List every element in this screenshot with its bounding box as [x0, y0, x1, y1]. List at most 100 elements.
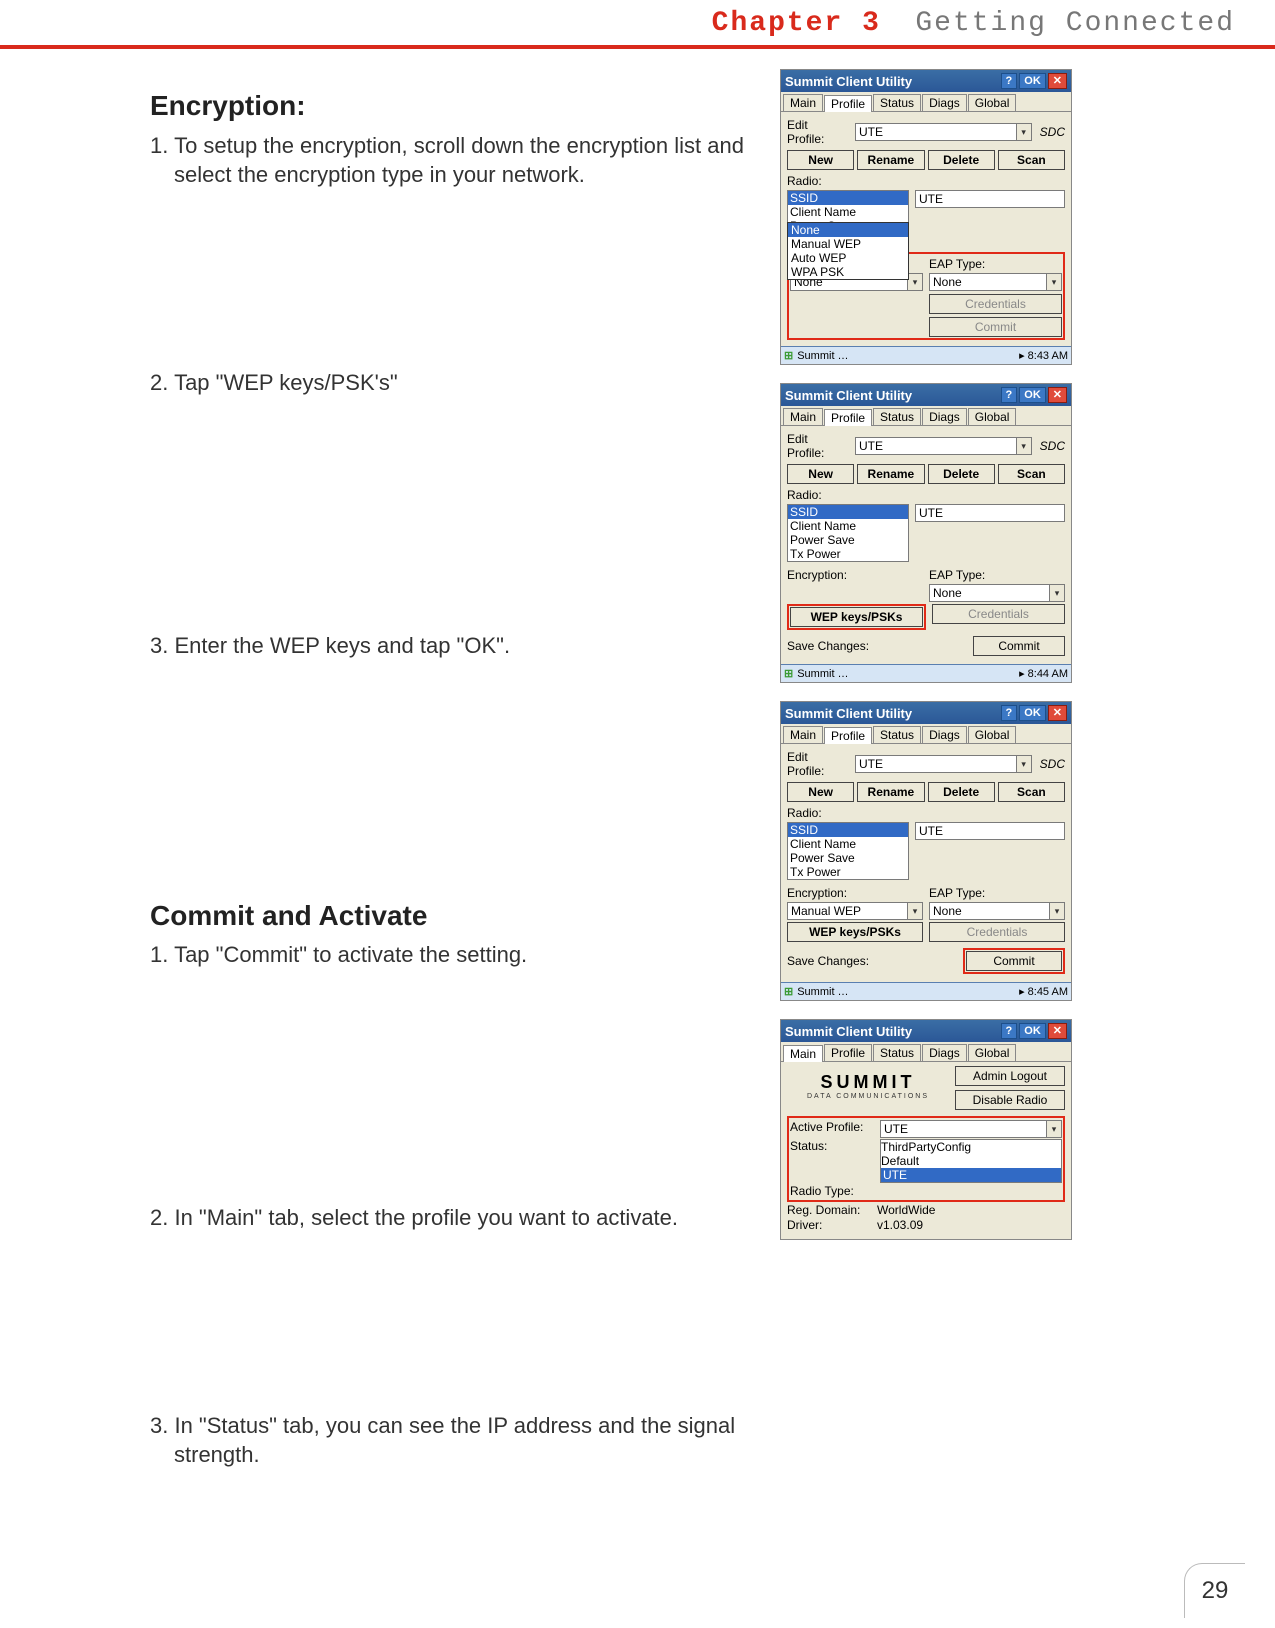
wep-keys-button[interactable]: WEP keys/PSKs — [790, 607, 923, 627]
tab-profile[interactable]: Profile — [824, 409, 872, 426]
chevron-down-icon[interactable]: ▾ — [1046, 1120, 1062, 1138]
tab-profile[interactable]: Profile — [824, 727, 872, 744]
encryption-field[interactable]: Manual WEP — [787, 902, 908, 920]
list-item[interactable]: SSID — [788, 505, 908, 519]
chevron-down-icon[interactable]: ▾ — [1046, 273, 1062, 291]
tab-status[interactable]: Status — [873, 726, 921, 743]
credentials-button[interactable]: Credentials — [929, 294, 1062, 314]
ssid-field[interactable]: UTE — [915, 822, 1065, 840]
tab-main[interactable]: Main — [783, 408, 823, 425]
eap-field[interactable]: None — [929, 273, 1047, 291]
admin-logout-button[interactable]: Admin Logout — [955, 1066, 1065, 1086]
ok-button[interactable]: OK — [1019, 705, 1046, 721]
tab-main[interactable]: Main — [783, 1045, 823, 1062]
rename-button[interactable]: Rename — [857, 150, 924, 170]
tab-global[interactable]: Global — [968, 726, 1017, 743]
close-button[interactable]: ✕ — [1048, 705, 1067, 721]
ssid-field[interactable]: UTE — [915, 504, 1065, 522]
scan-button[interactable]: Scan — [998, 464, 1065, 484]
delete-button[interactable]: Delete — [928, 782, 995, 802]
list-item[interactable]: Client Name — [788, 837, 908, 851]
credentials-button[interactable]: Credentials — [929, 922, 1065, 942]
taskbar-app[interactable]: Summit … — [797, 668, 848, 680]
list-item[interactable]: Tx Power — [788, 547, 908, 561]
credentials-button[interactable]: Credentials — [932, 604, 1065, 624]
tab-profile[interactable]: Profile — [824, 95, 872, 112]
tab-status[interactable]: Status — [873, 94, 921, 111]
close-button[interactable]: ✕ — [1048, 1023, 1067, 1039]
help-button[interactable]: ? — [1001, 387, 1018, 403]
delete-button[interactable]: Delete — [928, 464, 995, 484]
tab-global[interactable]: Global — [968, 408, 1017, 425]
close-button[interactable]: ✕ — [1048, 73, 1067, 89]
radio-listbox[interactable]: SSID Client Name Power Save Tx Power — [787, 504, 909, 562]
encryption-dropdown[interactable]: None Manual WEP Auto WEP WPA PSK — [787, 222, 909, 280]
active-profile-field[interactable]: UTE — [880, 1120, 1047, 1138]
start-icon[interactable]: ⊞ — [784, 349, 793, 362]
option-ute[interactable]: UTE — [881, 1168, 1061, 1182]
tab-global[interactable]: Global — [968, 94, 1017, 111]
tab-status[interactable]: Status — [873, 408, 921, 425]
new-button[interactable]: New — [787, 150, 854, 170]
option-wpa-psk[interactable]: WPA PSK — [788, 265, 908, 279]
new-button[interactable]: New — [787, 464, 854, 484]
option-default[interactable]: Default — [881, 1154, 1061, 1168]
ok-button[interactable]: OK — [1019, 1023, 1046, 1039]
eap-field[interactable]: None — [929, 584, 1050, 602]
chevron-down-icon[interactable]: ▾ — [907, 273, 923, 291]
ok-button[interactable]: OK — [1019, 73, 1046, 89]
option-auto-wep[interactable]: Auto WEP — [788, 251, 908, 265]
tab-diags[interactable]: Diags — [922, 1044, 967, 1061]
taskbar-app[interactable]: Summit … — [797, 986, 848, 998]
taskbar-app[interactable]: Summit … — [797, 350, 848, 362]
chevron-down-icon[interactable]: ▾ — [1016, 755, 1032, 773]
delete-button[interactable]: Delete — [928, 150, 995, 170]
commit-button[interactable]: Commit — [973, 636, 1065, 656]
radio-listbox[interactable]: SSID Client Name Power Save Tx Power — [787, 822, 909, 880]
wep-keys-button[interactable]: WEP keys/PSKs — [787, 922, 923, 942]
list-item[interactable]: SSID — [788, 823, 908, 837]
chevron-down-icon[interactable]: ▾ — [907, 902, 923, 920]
tab-global[interactable]: Global — [968, 1044, 1017, 1061]
list-item[interactable]: Tx Power — [788, 865, 908, 879]
tab-diags[interactable]: Diags — [922, 408, 967, 425]
eap-field[interactable]: None — [929, 902, 1050, 920]
commit-button[interactable]: Commit — [966, 951, 1062, 971]
rename-button[interactable]: Rename — [857, 782, 924, 802]
list-item[interactable]: Power Save — [788, 533, 908, 547]
chevron-down-icon[interactable]: ▾ — [1016, 437, 1032, 455]
option-manual-wep[interactable]: Manual WEP — [788, 237, 908, 251]
commit-button[interactable]: Commit — [929, 317, 1062, 337]
option-thirdparty[interactable]: ThirdPartyConfig — [881, 1140, 1061, 1154]
list-item[interactable]: Client Name — [788, 205, 908, 219]
rename-button[interactable]: Rename — [857, 464, 924, 484]
help-button[interactable]: ? — [1001, 1023, 1018, 1039]
list-item[interactable]: SSID — [788, 191, 908, 205]
ssid-field[interactable]: UTE — [915, 190, 1065, 208]
tab-diags[interactable]: Diags — [922, 726, 967, 743]
list-item[interactable]: Power Save — [788, 851, 908, 865]
chevron-down-icon[interactable]: ▾ — [1049, 902, 1065, 920]
tab-diags[interactable]: Diags — [922, 94, 967, 111]
tab-profile[interactable]: Profile — [824, 1044, 872, 1061]
tab-main[interactable]: Main — [783, 94, 823, 111]
edit-profile-field[interactable]: UTE — [855, 123, 1017, 141]
tab-main[interactable]: Main — [783, 726, 823, 743]
start-icon[interactable]: ⊞ — [784, 667, 793, 680]
chevron-down-icon[interactable]: ▾ — [1016, 123, 1032, 141]
chevron-down-icon[interactable]: ▾ — [1049, 584, 1065, 602]
tab-status[interactable]: Status — [873, 1044, 921, 1061]
scan-button[interactable]: Scan — [998, 150, 1065, 170]
ok-button[interactable]: OK — [1019, 387, 1046, 403]
start-icon[interactable]: ⊞ — [784, 985, 793, 998]
help-button[interactable]: ? — [1001, 705, 1018, 721]
option-none[interactable]: None — [788, 223, 908, 237]
close-button[interactable]: ✕ — [1048, 387, 1067, 403]
edit-profile-field[interactable]: UTE — [855, 437, 1017, 455]
scan-button[interactable]: Scan — [998, 782, 1065, 802]
list-item[interactable]: Client Name — [788, 519, 908, 533]
help-button[interactable]: ? — [1001, 73, 1018, 89]
new-button[interactable]: New — [787, 782, 854, 802]
disable-radio-button[interactable]: Disable Radio — [955, 1090, 1065, 1110]
edit-profile-field[interactable]: UTE — [855, 755, 1017, 773]
